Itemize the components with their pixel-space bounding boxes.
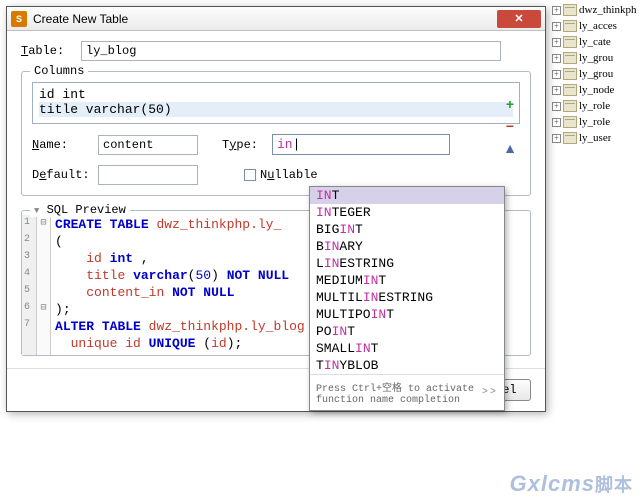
table-name-input[interactable] xyxy=(81,41,501,61)
column-def[interactable]: id int xyxy=(39,87,513,102)
expand-icon[interactable]: + xyxy=(552,22,561,31)
expand-icon[interactable]: + xyxy=(552,54,561,63)
columns-group: Columns id int title varchar(50) + − ▲ N… xyxy=(21,71,531,196)
nullable-label: Nullable xyxy=(260,168,318,182)
app-icon: S xyxy=(11,11,27,27)
move-up-button[interactable]: ▲ xyxy=(502,140,518,156)
table-icon xyxy=(563,100,577,112)
dropdown-option[interactable]: POINT xyxy=(310,323,504,340)
titlebar[interactable]: S Create New Table ✕ xyxy=(7,7,545,31)
tree-item[interactable]: +ly_grou xyxy=(552,50,637,66)
expand-icon[interactable]: + xyxy=(552,134,561,143)
dropdown-option[interactable]: LINESTRING xyxy=(310,255,504,272)
dropdown-option[interactable]: BIGINT xyxy=(310,221,504,238)
expand-icon[interactable]: + xyxy=(552,86,561,95)
watermark: Gxlcms脚本 xyxy=(510,471,634,497)
dropdown-option[interactable]: INT xyxy=(310,187,504,204)
table-icon xyxy=(563,20,577,32)
type-autocomplete-dropdown[interactable]: INT INTEGER BIGINT BINARY LINESTRING MED… xyxy=(309,186,505,411)
dropdown-option[interactable]: SMALLINT xyxy=(310,340,504,357)
expand-icon[interactable]: + xyxy=(552,38,561,47)
remove-column-button[interactable]: − xyxy=(502,118,518,134)
table-icon xyxy=(563,52,577,64)
dropdown-option[interactable]: BINARY xyxy=(310,238,504,255)
columns-list[interactable]: id int title varchar(50) xyxy=(32,82,520,124)
line-gutter: 1234567 xyxy=(22,215,37,355)
tree-item[interactable]: +ly_cate xyxy=(552,34,637,50)
tree-item[interactable]: +ly_acces xyxy=(552,18,637,34)
close-button[interactable]: ✕ xyxy=(497,10,541,28)
column-name-input[interactable] xyxy=(98,135,198,155)
table-icon xyxy=(563,68,577,80)
tree-item[interactable]: +dwz_thinkph xyxy=(552,2,637,18)
expand-icon[interactable]: + xyxy=(552,118,561,127)
add-column-button[interactable]: + xyxy=(502,96,518,112)
window-title: Create New Table xyxy=(33,12,497,26)
dropdown-option[interactable]: INTEGER xyxy=(310,204,504,221)
nullable-checkbox[interactable] xyxy=(244,169,256,181)
default-label: Default: xyxy=(32,168,92,182)
completion-hint: Press Ctrl+空格 to activate function name … xyxy=(310,374,504,410)
column-def[interactable]: title varchar(50) xyxy=(39,102,513,117)
expand-icon[interactable]: + xyxy=(552,70,561,79)
tree-item[interactable]: +ly_grou xyxy=(552,66,637,82)
columns-title: Columns xyxy=(30,64,88,78)
column-default-input[interactable] xyxy=(98,165,198,185)
dropdown-option[interactable]: MULTILINESTRING xyxy=(310,289,504,306)
tree-item[interactable]: +ly_role xyxy=(552,114,637,130)
tree-item[interactable]: +ly_node xyxy=(552,82,637,98)
type-label: Type: xyxy=(222,138,266,152)
dropdown-option[interactable]: MEDIUMINT xyxy=(310,272,504,289)
table-icon xyxy=(563,36,577,48)
more-icon[interactable]: >> xyxy=(482,387,498,398)
column-type-input[interactable]: in| xyxy=(272,134,450,155)
dropdown-option[interactable]: TINYBLOB xyxy=(310,357,504,374)
preview-title[interactable]: ▼ SQL Preview xyxy=(30,203,130,217)
expand-icon[interactable]: + xyxy=(552,102,561,111)
table-label: Table: xyxy=(21,44,81,58)
table-icon xyxy=(563,132,577,144)
tree-item[interactable]: +ly_role xyxy=(552,98,637,114)
table-icon xyxy=(563,4,577,16)
expand-icon[interactable]: + xyxy=(552,6,561,15)
table-icon xyxy=(563,116,577,128)
name-label: Name: xyxy=(32,138,92,152)
tree-item[interactable]: +ly_user xyxy=(552,130,637,146)
db-tree: +dwz_thinkph +ly_acces +ly_cate +ly_grou… xyxy=(552,2,637,146)
dropdown-option[interactable]: MULTIPOINT xyxy=(310,306,504,323)
chevron-down-icon[interactable]: ▼ xyxy=(34,206,39,216)
table-icon xyxy=(563,84,577,96)
fold-gutter[interactable]: ⊟⊟ xyxy=(37,215,51,355)
